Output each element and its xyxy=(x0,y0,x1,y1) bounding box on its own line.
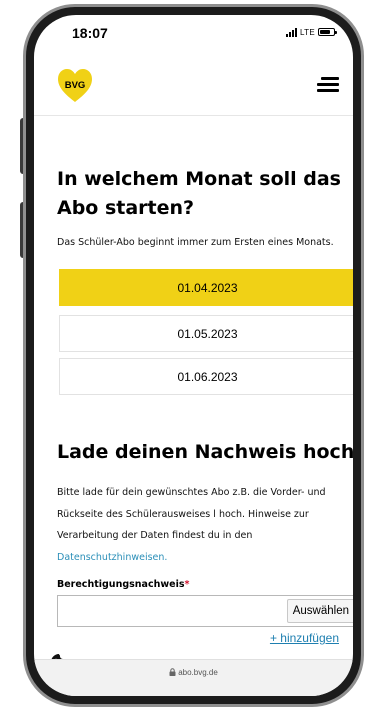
upload-proof-title: Lade deinen Nachweis hoch xyxy=(57,441,353,463)
upload-proof-text-line2: Rückseite des Schülerausweises l hoch. H… xyxy=(57,508,309,520)
privacy-link[interactable]: Datenschutzhinweisen. xyxy=(57,552,167,563)
upload-proof-description: Bitte lade für dein gewünschtes Abo z.B.… xyxy=(57,482,353,568)
upload-proof-text-line3: Verarbeitung der Daten findest du in den xyxy=(57,530,253,541)
entitlement-proof-label: Berechtigungsnachweis* xyxy=(57,579,189,590)
lock-icon xyxy=(169,668,176,676)
start-month-title-line2: Abo starten? xyxy=(57,197,195,219)
logo-text: BVG xyxy=(65,80,86,91)
header-divider xyxy=(34,115,353,116)
status-time: 18:07 xyxy=(72,25,108,41)
browser-bottom-bar: abo.bvg.de xyxy=(34,659,353,696)
phone-frame: 18:07 LTE BVG In welchem Monat soll das … xyxy=(23,4,364,707)
hamburger-menu-icon[interactable] xyxy=(317,76,339,92)
bvg-logo[interactable]: BVG xyxy=(56,67,94,105)
start-option-may[interactable]: 01.05.2023 xyxy=(59,315,353,352)
bvg-heart-icon: BVG xyxy=(58,69,92,102)
start-option-label: 01.04.2023 xyxy=(177,280,238,295)
status-icons: LTE xyxy=(286,27,337,37)
start-option-april[interactable]: 01.04.2023 xyxy=(59,269,353,306)
network-type: LTE xyxy=(300,27,315,37)
battery-icon xyxy=(318,28,337,36)
file-upload-field[interactable]: Auswählen xyxy=(57,595,353,627)
start-month-title: In welchem Monat soll das Abo starten? xyxy=(57,165,353,223)
start-month-description: Das Schüler-Abo beginnt immer zum Ersten… xyxy=(57,237,334,248)
signal-bars-icon xyxy=(286,27,298,37)
start-option-june[interactable]: 01.06.2023 xyxy=(59,358,353,395)
start-option-label: 01.06.2023 xyxy=(177,369,238,384)
start-month-title-line1: In welchem Monat soll das xyxy=(57,168,341,190)
upload-proof-text-line1: Bitte lade für dein gewünschtes Abo z.B.… xyxy=(57,487,326,498)
entitlement-proof-label-text: Berechtigungsnachweis xyxy=(57,579,185,590)
phone-screen: 18:07 LTE BVG In welchem Monat soll das … xyxy=(34,15,353,696)
required-mark: * xyxy=(184,579,190,590)
choose-file-button[interactable]: Auswählen xyxy=(286,599,353,623)
add-file-link[interactable]: + hinzufügen xyxy=(270,631,339,645)
url-text: abo.bvg.de xyxy=(178,668,218,677)
start-option-label: 01.05.2023 xyxy=(177,326,238,341)
url-bar[interactable]: abo.bvg.de xyxy=(34,668,353,677)
